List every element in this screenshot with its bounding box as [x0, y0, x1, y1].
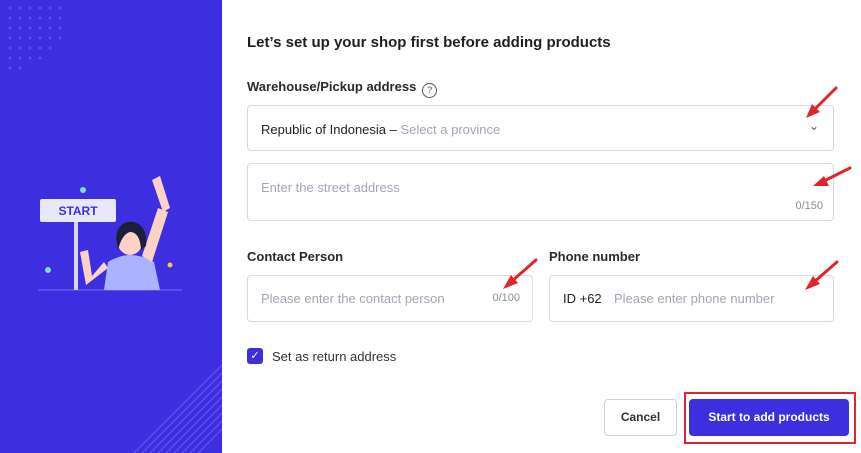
street-address-placeholder: Enter the street address	[261, 180, 400, 195]
annotation-highlight-box	[684, 392, 856, 444]
phone-number-placeholder: Please enter phone number	[614, 291, 775, 306]
cancel-button[interactable]: Cancel	[604, 399, 677, 436]
annotation-arrows	[503, 86, 852, 290]
street-address-input[interactable]: Enter the street address 0/150	[247, 163, 834, 221]
contact-person-label: Contact Person	[247, 249, 344, 264]
help-icon[interactable]: ?	[422, 83, 438, 98]
province-select[interactable]: Republic of Indonesia – Select a provinc…	[247, 105, 834, 151]
page-title: Let’s set up your shop first before addi…	[247, 34, 611, 51]
line-pattern-decoration	[133, 364, 222, 453]
dot-pattern-decoration	[8, 6, 62, 70]
warehouse-address-label-text: Warehouse/Pickup address	[247, 79, 417, 94]
warehouse-address-label: Warehouse/Pickup address?	[247, 79, 438, 98]
check-icon: ✓	[250, 350, 260, 362]
return-address-label: Set as return address	[272, 349, 397, 364]
contact-person-placeholder: Please enter the contact person	[261, 291, 445, 306]
contact-person-input[interactable]: Please enter the contact person 0/100	[247, 275, 533, 322]
phone-number-input[interactable]: ID +62 Please enter phone number	[549, 275, 834, 322]
start-sign-text: START	[58, 204, 98, 218]
phone-number-label: Phone number	[549, 249, 641, 264]
country-code-prefix: ID +62	[563, 291, 602, 306]
chevron-down-icon[interactable]: ⌄	[809, 119, 819, 133]
start-illustration: START	[8, 6, 222, 453]
return-address-checkbox[interactable]: ✓	[247, 348, 263, 364]
contact-character-counter: 0/100	[492, 292, 520, 304]
street-character-counter: 0/150	[795, 200, 823, 212]
shop-setup-form: Let’s set up your shop first before addi…	[222, 0, 861, 453]
country-value: Republic of Indonesia – Select a provinc…	[261, 122, 500, 137]
province-placeholder: Select a province	[400, 122, 501, 137]
country-text: Republic of Indonesia –	[261, 122, 397, 137]
sidebar-illustration-panel: START	[0, 0, 222, 453]
